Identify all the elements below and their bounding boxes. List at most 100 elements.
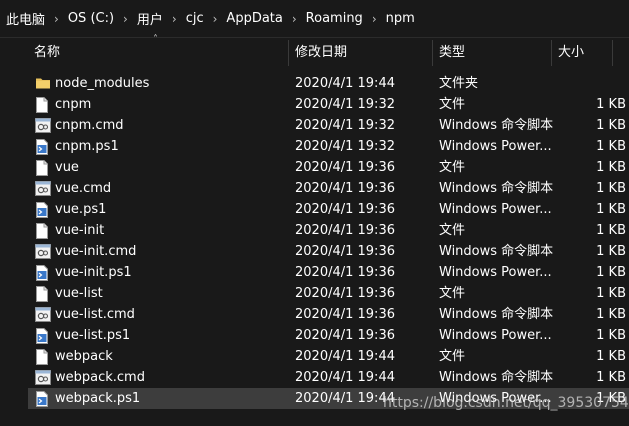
file-size: 1 KB — [596, 286, 626, 301]
column-divider[interactable] — [551, 40, 552, 66]
file-row[interactable]: vue.ps1 2020/4/1 19:36 Windows Power... 1 K… — [28, 199, 629, 220]
cmd-script-icon — [35, 304, 51, 325]
column-header-name[interactable]: 名称 — [34, 38, 60, 68]
file-name: vue-list.ps1 — [55, 328, 131, 343]
chevron-right-icon[interactable]: › — [116, 12, 135, 26]
file-name: vue-list.cmd — [55, 307, 135, 322]
folder-icon — [35, 73, 51, 94]
file-type: 文件夹 — [439, 76, 479, 91]
file-modified-date: 2020/4/1 19:32 — [295, 139, 395, 154]
file-row[interactable]: vue-init.cmd 2020/4/1 19:36 Windows 命令脚本 1 … — [28, 241, 629, 262]
column-header-size[interactable]: 大小 — [558, 38, 584, 68]
file-modified-date: 2020/4/1 19:36 — [295, 223, 395, 238]
file-modified-date: 2020/4/1 19:44 — [295, 391, 395, 406]
file-name: vue — [55, 160, 79, 175]
file-icon — [35, 283, 51, 304]
file-row[interactable]: webpack.cmd 2020/4/1 19:44 Windows 命令脚本 1 K… — [28, 367, 629, 388]
powershell-script-icon — [35, 136, 51, 157]
file-type: Windows 命令脚本 — [439, 244, 554, 259]
file-type: Windows 命令脚本 — [439, 307, 554, 322]
cmd-script-icon — [35, 367, 51, 388]
file-name: vue-list — [55, 286, 103, 301]
file-size — [568, 73, 626, 94]
file-size: 1 KB — [596, 328, 626, 343]
file-explorer-window: 此电脑 › OS (C:) › 用户 › cjc › AppData › Roa… — [0, 0, 629, 426]
file-icon — [35, 94, 51, 115]
file-name: vue-init — [55, 223, 105, 238]
file-modified-date: 2020/4/1 19:36 — [295, 328, 395, 343]
powershell-script-icon — [35, 262, 51, 283]
file-row[interactable]: vue-list.ps1 2020/4/1 19:36 Windows Power.… — [28, 325, 629, 346]
file-name: webpack.ps1 — [55, 391, 141, 406]
file-row[interactable]: cnpm.ps1 2020/4/1 19:32 Windows Power... 1 … — [28, 136, 629, 157]
file-type: 文件 — [439, 349, 466, 364]
breadcrumb-users[interactable]: 用户 — [135, 9, 165, 28]
file-type: 文件 — [439, 286, 466, 301]
chevron-right-icon[interactable]: › — [206, 12, 225, 26]
cmd-script-icon — [35, 178, 51, 199]
file-modified-date: 2020/4/1 19:44 — [295, 370, 395, 385]
breadcrumb-this-pc[interactable]: 此电脑 — [4, 9, 47, 28]
file-size: 1 KB — [596, 118, 626, 133]
column-header-row: ˄ 名称 修改日期 类型 大小 — [0, 34, 629, 68]
file-row[interactable]: node_modules 2020/4/1 19:44 文件夹 — [28, 73, 629, 94]
powershell-script-icon — [35, 199, 51, 220]
file-row[interactable]: vue.cmd 2020/4/1 19:36 Windows 命令脚本 1 KB — [28, 178, 629, 199]
watermark: https://blog.csdn.net/qq_39530754 — [383, 395, 629, 411]
breadcrumb-npm[interactable]: npm — [384, 11, 417, 26]
file-type: 文件 — [439, 97, 466, 112]
column-divider[interactable] — [288, 40, 289, 66]
column-divider[interactable] — [612, 40, 613, 66]
file-icon — [35, 220, 51, 241]
file-type: Windows 命令脚本 — [439, 118, 554, 133]
file-modified-date: 2020/4/1 19:36 — [295, 202, 395, 217]
file-modified-date: 2020/4/1 19:36 — [295, 265, 395, 280]
breadcrumb-roaming[interactable]: Roaming — [304, 11, 365, 26]
file-name: vue-init.ps1 — [55, 265, 132, 280]
chevron-right-icon[interactable]: › — [47, 12, 66, 26]
file-type: 文件 — [439, 160, 466, 175]
file-modified-date: 2020/4/1 19:36 — [295, 244, 395, 259]
file-name: vue-init.cmd — [55, 244, 137, 259]
file-modified-date: 2020/4/1 19:44 — [295, 76, 395, 91]
address-bar[interactable]: 此电脑 › OS (C:) › 用户 › cjc › AppData › Roa… — [0, 0, 629, 38]
chevron-right-icon[interactable]: › — [285, 12, 304, 26]
column-divider[interactable] — [432, 40, 433, 66]
chevron-right-icon[interactable]: › — [365, 12, 384, 26]
file-type: Windows Power... — [439, 328, 552, 343]
file-row[interactable]: vue-init.ps1 2020/4/1 19:36 Windows Power.… — [28, 262, 629, 283]
file-row[interactable]: vue-list 2020/4/1 19:36 文件 1 KB — [28, 283, 629, 304]
powershell-script-icon — [35, 388, 51, 409]
file-size: 1 KB — [596, 160, 626, 175]
file-size: 1 KB — [596, 223, 626, 238]
column-header-type[interactable]: 类型 — [439, 38, 465, 68]
file-row[interactable]: cnpm.cmd 2020/4/1 19:32 Windows 命令脚本 1 KB — [28, 115, 629, 136]
file-row[interactable]: vue-init 2020/4/1 19:36 文件 1 KB — [28, 220, 629, 241]
file-row[interactable]: vue 2020/4/1 19:36 文件 1 KB — [28, 157, 629, 178]
file-size: 1 KB — [596, 370, 626, 385]
file-modified-date: 2020/4/1 19:32 — [295, 118, 395, 133]
breadcrumb-os-drive[interactable]: OS (C:) — [66, 11, 116, 26]
file-modified-date: 2020/4/1 19:36 — [295, 181, 395, 196]
file-type: Windows 命令脚本 — [439, 181, 554, 196]
file-type: Windows Power... — [439, 139, 552, 154]
column-header-date[interactable]: 修改日期 — [295, 38, 347, 68]
powershell-script-icon — [35, 325, 51, 346]
file-row[interactable]: cnpm 2020/4/1 19:32 文件 1 KB — [28, 94, 629, 115]
chevron-right-icon[interactable]: › — [165, 12, 184, 26]
file-name: webpack.cmd — [55, 370, 145, 385]
file-type: Windows Power... — [439, 202, 552, 217]
cmd-script-icon — [35, 241, 51, 262]
file-list: node_modules 2020/4/1 19:44 文件夹 cnpm 2020/4/… — [28, 73, 629, 409]
file-modified-date: 2020/4/1 19:36 — [295, 307, 395, 322]
file-row[interactable]: webpack 2020/4/1 19:44 文件 1 KB — [28, 346, 629, 367]
breadcrumb-appdata[interactable]: AppData — [224, 11, 284, 26]
file-icon — [35, 157, 51, 178]
file-modified-date: 2020/4/1 19:36 — [295, 286, 395, 301]
file-size: 1 KB — [596, 139, 626, 154]
file-size: 1 KB — [596, 97, 626, 112]
breadcrumb-cjc[interactable]: cjc — [184, 11, 206, 26]
file-icon — [35, 346, 51, 367]
file-row[interactable]: vue-list.cmd 2020/4/1 19:36 Windows 命令脚本 1 … — [28, 304, 629, 325]
file-name: cnpm — [55, 97, 92, 112]
